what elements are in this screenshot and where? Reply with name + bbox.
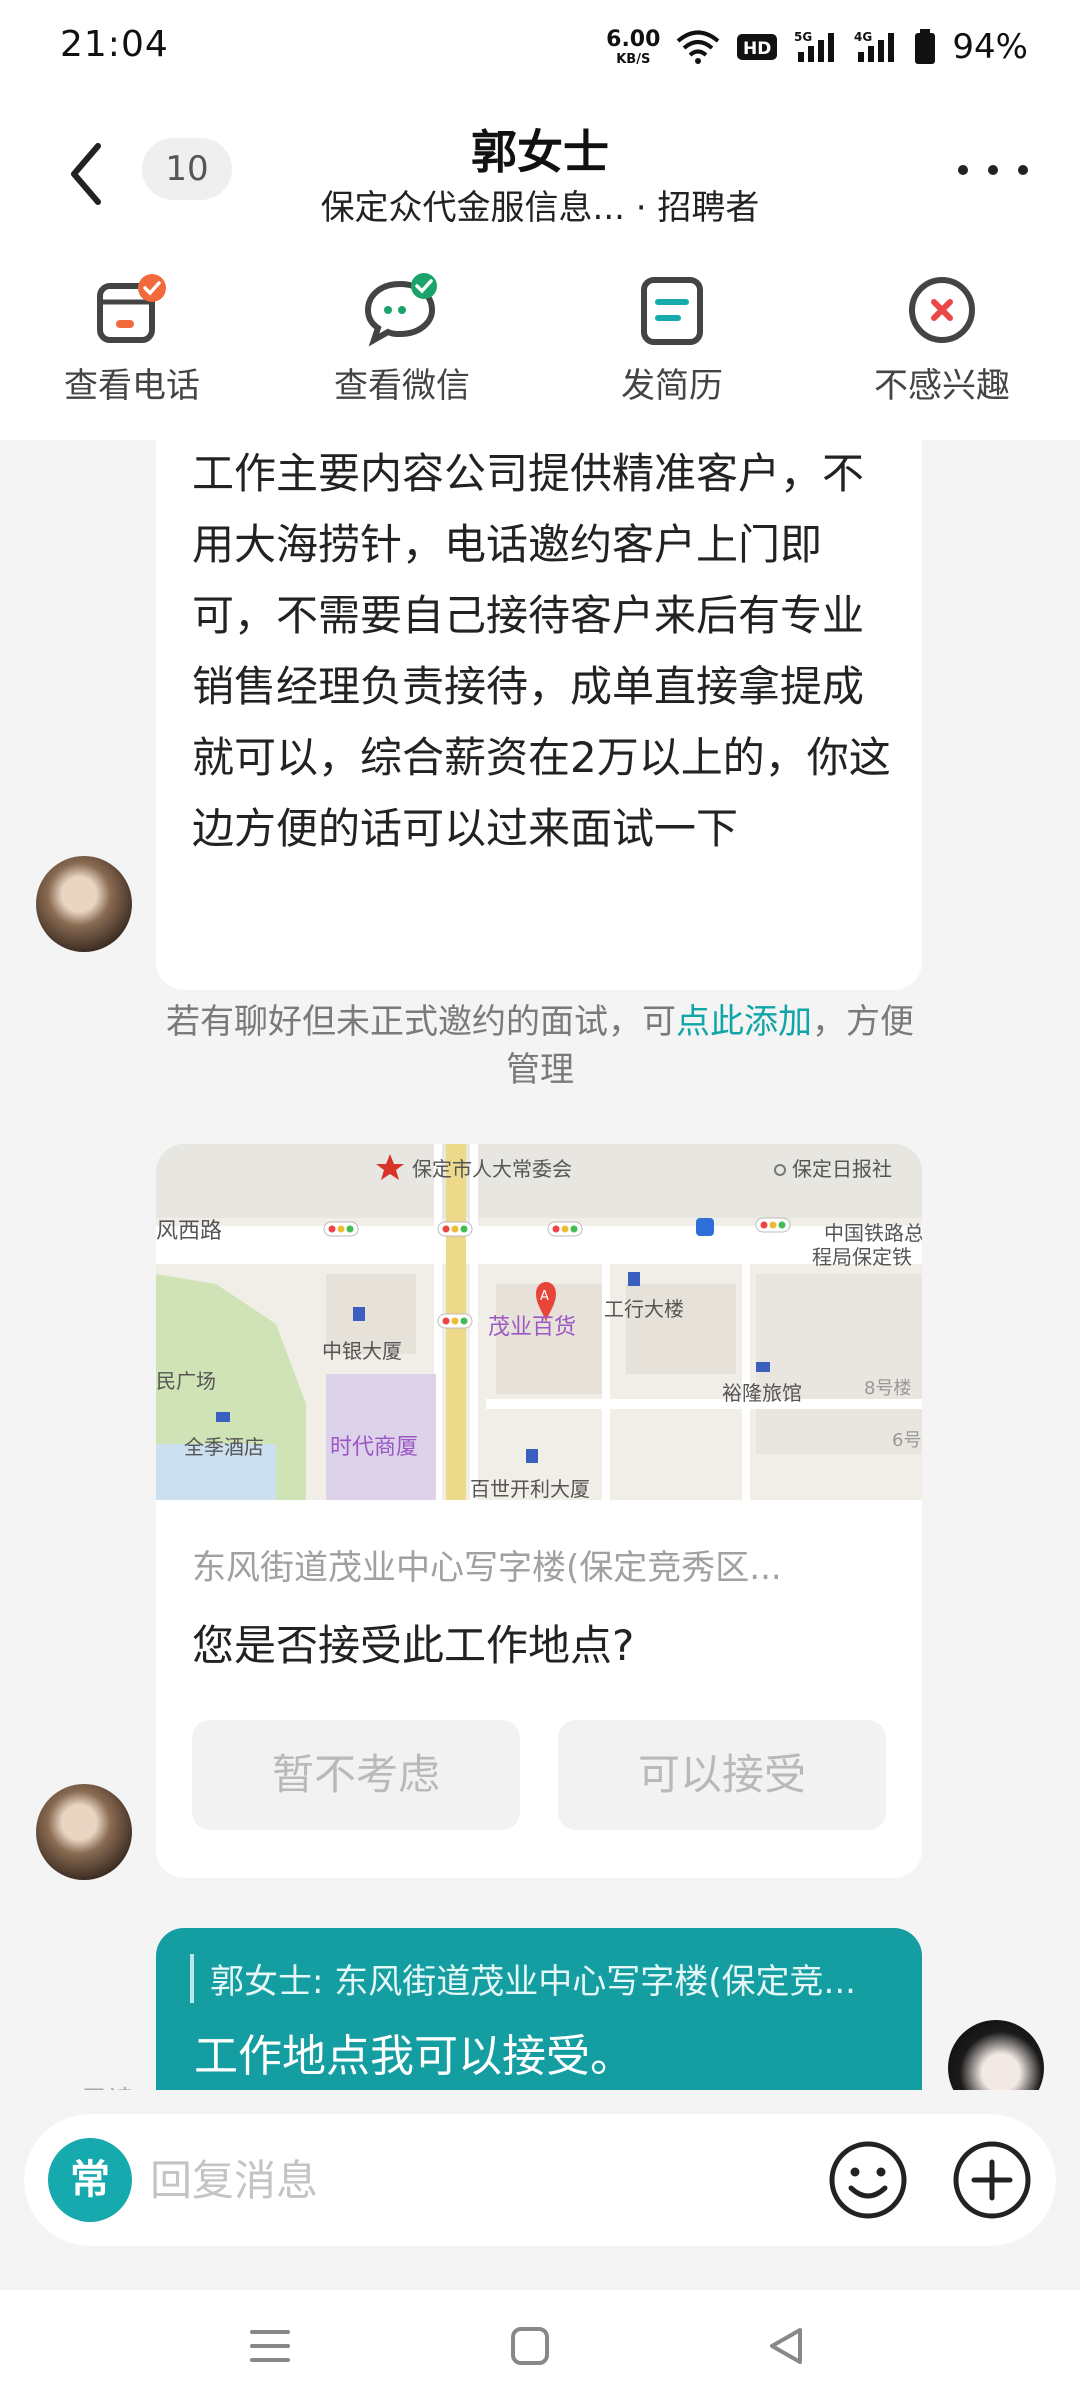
signal-5g-icon: 5G [794, 30, 838, 64]
quick-phrases-button[interactable]: 常 [48, 2138, 132, 2222]
emoji-icon [829, 2141, 907, 2219]
map-label: 中国铁路总 [824, 1221, 922, 1245]
action-bar: 查看电话 查看微信 发简历 不感兴趣 [0, 260, 1080, 420]
wifi-icon [676, 30, 720, 64]
nav-home-button[interactable] [500, 2316, 560, 2376]
page-title: 郭女士 [471, 125, 609, 179]
nav-menu-button[interactable] [240, 2316, 300, 2376]
map-label: 裕隆旅馆 [722, 1381, 802, 1405]
my-message-text: 工作地点我可以接受。 [194, 2031, 634, 2082]
map-pin-label: A [540, 1289, 549, 1304]
view-wechat-label: 查看微信 [334, 366, 470, 406]
hd-label: HD [743, 39, 771, 59]
plus-icon [953, 2141, 1031, 2219]
map-label-poi: 茂业百货 [488, 1315, 576, 1340]
send-resume-label: 发简历 [621, 366, 723, 406]
not-interested-icon [909, 277, 975, 343]
quoted-message: 郭女士: 东风街道茂业中心写字楼(保定竞... [190, 1954, 890, 2003]
recruiter-avatar[interactable] [36, 1784, 132, 1880]
recruiter-message-text: 工作主要内容公司提供精准客户，不用大海捞针，电话邀约客户上门即可，不需要自己接待… [192, 449, 891, 853]
nav-back-button[interactable] [756, 2316, 816, 2376]
hd-icon: HD [736, 32, 778, 62]
read-status: 已读 [82, 2080, 134, 2090]
more-actions-button[interactable] [948, 2136, 1036, 2224]
system-note: 若有聊好但未正式邀约的面试，可点此添加，方便管理 [150, 998, 930, 1094]
map-label: 百世开利大厦 [470, 1477, 590, 1500]
map-label: 8号楼 [864, 1378, 911, 1399]
signal-4g-icon: 4G [854, 30, 898, 64]
network-speed-unit: KB/S [616, 51, 651, 67]
view-phone-label: 查看电话 [64, 366, 200, 406]
phone-card-icon [97, 274, 166, 343]
location-address: 东风街道茂业中心写字楼(保定竞秀区... [192, 1548, 782, 1588]
input-container: 常 [24, 2114, 1056, 2246]
battery-icon [914, 29, 936, 65]
reply-input[interactable] [148, 2144, 808, 2216]
map-label: 保定市人大常委会 [412, 1157, 572, 1181]
emoji-button[interactable] [824, 2136, 912, 2224]
system-note-prefix: 若有聊好但未正式邀约的面试，可 [166, 1002, 676, 1042]
signal-5g-label: 5G [794, 30, 812, 44]
my-avatar[interactable] [948, 2020, 1044, 2090]
view-wechat-button[interactable]: 查看微信 [282, 260, 522, 410]
signal-4g-label: 4G [854, 30, 872, 44]
not-interested-button[interactable]: 不感兴趣 [822, 260, 1062, 410]
menu-icon [250, 2330, 290, 2362]
not-interested-label: 不感兴趣 [874, 366, 1010, 406]
map-graphic: A 保定市人大常委会 保定日报社 风西路 中国铁路总 程局保定铁 工行大楼 中银… [156, 1144, 922, 1500]
map-label: 中银大厦 [322, 1339, 402, 1363]
chat-area[interactable]: 工作主要内容公司提供精准客户，不用大海捞针，电话邀约客户上门即可，不需要自己接待… [0, 440, 1080, 2090]
map-label: 风西路 [156, 1219, 222, 1244]
input-bar: 常 [0, 2090, 1080, 2290]
chat-header: 10 郭女士 保定众代金服信息... · 招聘者 [0, 100, 1080, 250]
decline-location-button[interactable]: 暂不考虑 [192, 1720, 520, 1830]
back-triangle-icon [770, 2328, 802, 2364]
more-dot-icon [958, 165, 968, 175]
status-bar: 21:04 6.00 KB/S HD 5G 4G 94% [0, 0, 1080, 96]
recruiter-avatar[interactable] [36, 856, 132, 952]
map-label: 工行大楼 [604, 1297, 684, 1321]
more-options-button[interactable] [958, 150, 1028, 190]
location-card: A 保定市人大常委会 保定日报社 风西路 中国铁路总 程局保定铁 工行大楼 中银… [156, 1144, 922, 1878]
more-dot-icon [988, 165, 998, 175]
map-label: 民广场 [156, 1369, 216, 1393]
more-dot-icon [1018, 165, 1028, 175]
recruiter-company[interactable]: 保定众代金服信息... · 招聘者 [0, 180, 1080, 229]
map-label-poi: 时代商厦 [330, 1435, 418, 1460]
send-resume-button[interactable]: 发简历 [552, 260, 792, 410]
network-speed-value: 6.00 [606, 26, 661, 52]
wechat-icon [364, 273, 437, 347]
add-interview-link[interactable]: 点此添加 [676, 1002, 812, 1042]
my-message-bubble[interactable]: 郭女士: 东风街道茂业中心写字楼(保定竞... 工作地点我可以接受。 [156, 1928, 922, 2090]
resume-icon [641, 277, 703, 345]
system-nav-bar [0, 2290, 1080, 2408]
map-label: 全季酒店 [184, 1435, 264, 1459]
home-square-icon [511, 2327, 549, 2365]
top-area: 21:04 6.00 KB/S HD 5G 4G 94% 10 郭女士 保定众代… [0, 0, 1080, 440]
location-question: 您是否接受此工作地点? [192, 1621, 635, 1670]
view-phone-button[interactable]: 查看电话 [12, 260, 252, 410]
recruiter-message-bubble[interactable]: 工作主要内容公司提供精准客户，不用大海捞针，电话邀约客户上门即可，不需要自己接待… [156, 440, 922, 990]
accept-location-button[interactable]: 可以接受 [558, 1720, 886, 1830]
map-label: 保定日报社 [792, 1157, 892, 1181]
map-label: 程局保定铁 [812, 1245, 912, 1269]
location-map[interactable]: A 保定市人大常委会 保定日报社 风西路 中国铁路总 程局保定铁 工行大楼 中银… [156, 1144, 922, 1500]
battery-percent: 94% [952, 27, 1028, 67]
network-speed: 6.00 KB/S [606, 26, 661, 67]
map-label: 6号 [892, 1430, 921, 1451]
status-icons: 6.00 KB/S HD 5G 4G 94% [606, 22, 1028, 72]
status-time: 21:04 [60, 24, 169, 65]
